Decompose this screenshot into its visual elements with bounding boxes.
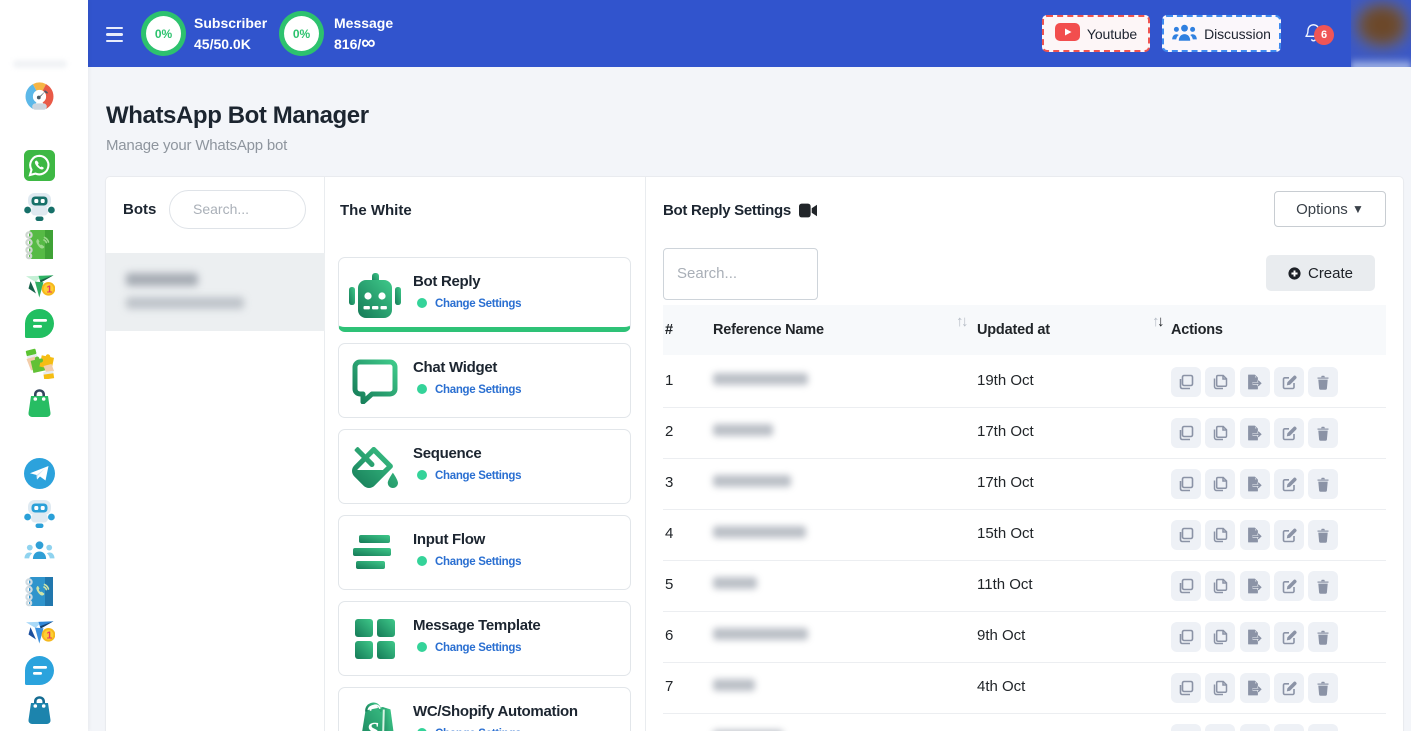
svg-text:1: 1	[46, 630, 52, 642]
svg-text:1: 1	[46, 284, 52, 296]
svg-text:S: S	[366, 718, 381, 731]
